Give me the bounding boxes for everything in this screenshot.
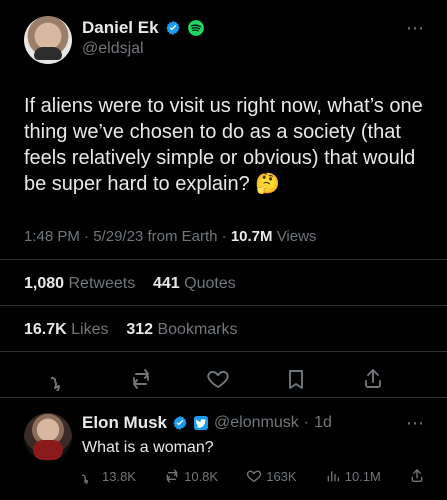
tweet-time: 1:48 PM — [24, 228, 80, 245]
retweet-quote-stats: 1,080 Retweets 441 Quotes — [24, 275, 236, 293]
author-avatar[interactable] — [24, 16, 72, 64]
stats-gap — [113, 321, 122, 338]
reply-more-options-icon[interactable]: ⋯ — [406, 413, 425, 434]
author-handle[interactable]: @eldsjal — [82, 40, 144, 58]
reply-replies-count: 13.8K — [102, 468, 136, 484]
reply-likes[interactable]: 163K — [246, 468, 297, 484]
share-icon[interactable] — [361, 367, 385, 391]
reply-replies[interactable]: 13.8K — [76, 468, 136, 487]
comment-icon[interactable] — [42, 367, 75, 395]
likes-label[interactable]: Likes — [71, 321, 108, 338]
reply-dot: · — [303, 414, 310, 431]
tweet-text: If aliens were to visit us right now, wh… — [24, 95, 423, 195]
reply-author-avatar[interactable] — [24, 413, 72, 461]
stats-gap — [140, 275, 149, 292]
tweet-date: 5/29/23 — [93, 228, 144, 245]
views-chart-icon — [325, 468, 341, 484]
reply-author-row[interactable]: Elon Musk @elonmusk · 1d — [82, 413, 332, 433]
bookmarks-label[interactable]: Bookmarks — [157, 321, 237, 338]
reply-age[interactable]: 1d — [314, 414, 332, 432]
retweet-icon[interactable] — [129, 367, 153, 391]
tweet-meta: 1:48 PM · 5/29/23 from Earth · 10.7M Vie… — [24, 228, 316, 245]
meta-separator: · — [84, 228, 94, 245]
divider-middle-1 — [0, 305, 447, 306]
verified-badge-icon — [165, 20, 181, 36]
views-label: Views — [276, 228, 317, 245]
heart-icon[interactable] — [206, 367, 230, 391]
tweet-views: 10.7M — [230, 228, 273, 245]
bookmark-icon[interactable] — [284, 367, 308, 391]
author-name[interactable]: Daniel Ek — [82, 18, 159, 38]
tweet-source: from Earth — [147, 228, 218, 245]
tweet-action-bar — [42, 367, 385, 395]
reply-share[interactable] — [409, 468, 425, 484]
spotify-logo-icon — [187, 19, 205, 37]
quotes-count[interactable]: 441 — [153, 275, 180, 292]
reply-author-handle[interactable]: @elonmusk — [214, 414, 299, 432]
divider-middle-2 — [0, 351, 447, 352]
reply-likes-count: 163K — [266, 468, 297, 484]
reply-views[interactable]: 10.1M — [325, 468, 381, 484]
reply-action-bar: 13.8K 10.8K 163K 10.1M — [76, 468, 425, 487]
share-icon — [409, 468, 425, 484]
bookmarks-count[interactable]: 312 — [126, 321, 153, 338]
verified-badge-icon — [172, 415, 188, 431]
twitter-logo-icon — [193, 415, 209, 431]
reply-text: What is a woman? — [82, 439, 214, 456]
reply-retweets[interactable]: 10.8K — [164, 468, 218, 484]
retweet-icon — [164, 468, 180, 484]
likes-bookmark-stats: 16.7K Likes 312 Bookmarks — [24, 321, 238, 339]
retweets-label[interactable]: Retweets — [69, 275, 136, 292]
retweets-count[interactable]: 1,080 — [24, 275, 64, 292]
comment-icon — [76, 468, 98, 487]
more-options-icon[interactable]: ⋯ — [406, 18, 425, 39]
heart-icon — [246, 468, 262, 484]
reply-author-name[interactable]: Elon Musk — [82, 413, 167, 433]
likes-count[interactable]: 16.7K — [24, 321, 67, 338]
divider-top — [0, 259, 447, 260]
meta-separator: · — [221, 228, 231, 245]
quotes-label[interactable]: Quotes — [184, 275, 236, 292]
author-name-row[interactable]: Daniel Ek — [82, 18, 205, 38]
reply-views-count: 10.1M — [344, 468, 381, 484]
reply-retweets-count: 10.8K — [184, 468, 219, 484]
divider-bottom — [0, 397, 447, 398]
